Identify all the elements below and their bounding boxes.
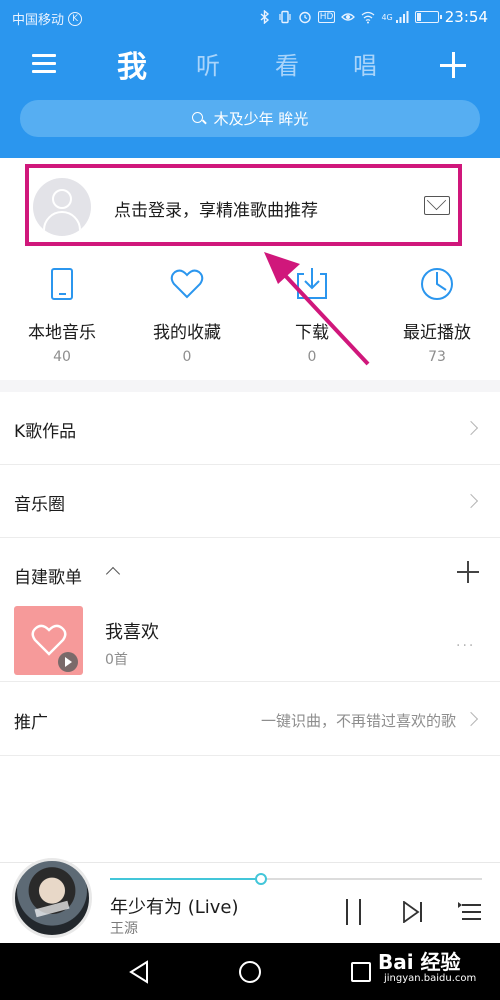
progress-track[interactable] [110,873,482,885]
phone-icon [44,266,80,302]
eye-icon [341,13,356,21]
quick-count: 0 [182,349,192,365]
playlist-count: 0首 [105,652,128,668]
hd-badge: HD [317,11,336,23]
list-label: 自建歌单 [14,568,82,588]
top-nav: 我 听 看 唱 [0,40,500,90]
playlist-queue-icon[interactable] [458,901,482,923]
quick-label: 最近播放 [403,323,471,343]
hamburger-icon[interactable] [32,53,56,75]
tab-sing[interactable]: 唱 [353,46,377,81]
bluetooth-icon [260,10,269,24]
carrier-label: 中国移动 [12,13,65,28]
quick-label: 本地音乐 [28,323,96,343]
annotation-arrow [264,252,370,366]
progress-fill [110,878,261,880]
network-label: 4G [381,12,393,22]
my-playlists-header: 自建歌单 [0,539,500,599]
chevron-right-icon [463,711,479,727]
quick-count: 73 [428,349,446,365]
next-icon[interactable] [402,901,424,923]
quick-count: 40 [53,349,71,365]
list-label: K歌作品 [14,422,77,442]
heart-icon [169,266,205,302]
clock: 23:54 [444,8,488,26]
plus-icon[interactable] [440,52,466,78]
promo-text: 一键识曲，不再错过喜欢的歌 [260,712,456,730]
chevron-right-icon [463,420,479,436]
play-icon[interactable] [58,652,78,672]
status-left: 中国移动 K [12,9,83,28]
battery-icon [414,11,442,23]
chevron-up-icon[interactable] [105,566,121,582]
mini-player: 年少有为 (Live) 王源 [0,858,500,942]
chevron-right-icon [463,493,479,509]
list-item-k-works[interactable]: K歌作品 [0,393,500,465]
search-icon [191,111,206,126]
search-placeholder: 木及少年 眸光 [213,110,309,128]
back-icon[interactable] [128,960,150,984]
clock-icon [419,266,455,302]
signal-icon [395,11,409,23]
playlist-title: 我喜欢 [105,622,159,643]
progress-knob[interactable] [254,873,267,885]
carrier-badge: K [68,11,83,26]
list-label: 推广 [14,713,48,733]
alarm-icon [299,11,311,24]
pause-icon[interactable] [343,899,365,925]
home-icon[interactable] [239,961,261,983]
song-artist: 王源 [110,921,138,937]
list-item-promo[interactable]: 推广 一键识曲，不再错过喜欢的歌 [0,684,500,756]
section-divider [0,380,500,392]
tab-listen[interactable]: 听 [196,46,220,81]
quick-favorites[interactable]: 我的收藏 0 [127,266,247,365]
playlist-item-favorites[interactable]: 我喜欢 0首 ··· [0,602,500,682]
album-art[interactable] [12,858,92,938]
quick-local-music[interactable]: 本地音乐 40 [2,266,122,365]
song-title: 年少有为 (Live) [110,897,239,918]
watermark: Bai 经验 jingyan.baidu.com [378,946,476,984]
recents-icon[interactable] [351,962,371,982]
wifi-icon [362,11,375,24]
add-playlist-icon[interactable] [457,561,479,583]
tab-watch[interactable]: 看 [275,46,299,81]
watermark-logo: Bai 经验 [378,950,461,974]
quick-recent[interactable]: 最近播放 73 [377,266,497,365]
annotation-highlight-box [25,164,462,246]
more-icon[interactable]: ··· [456,638,475,654]
list-item-music-circle[interactable]: 音乐圈 [0,466,500,538]
quick-label: 我的收藏 [153,323,221,343]
status-right: HD 4G 23:54 [258,8,488,26]
tab-me[interactable]: 我 [117,42,147,86]
playlist-cover [14,606,83,675]
vibrate-icon [279,10,291,24]
search-bar[interactable]: 木及少年 眸光 [20,100,480,137]
watermark-site: jingyan.baidu.com [384,973,477,984]
app-header: 中国移动 K HD 4G 23:54 我 听 看 唱 木及少年 眸光 [0,0,500,158]
list-label: 音乐圈 [14,495,65,515]
status-bar: 中国移动 K HD 4G 23:54 [0,0,500,34]
